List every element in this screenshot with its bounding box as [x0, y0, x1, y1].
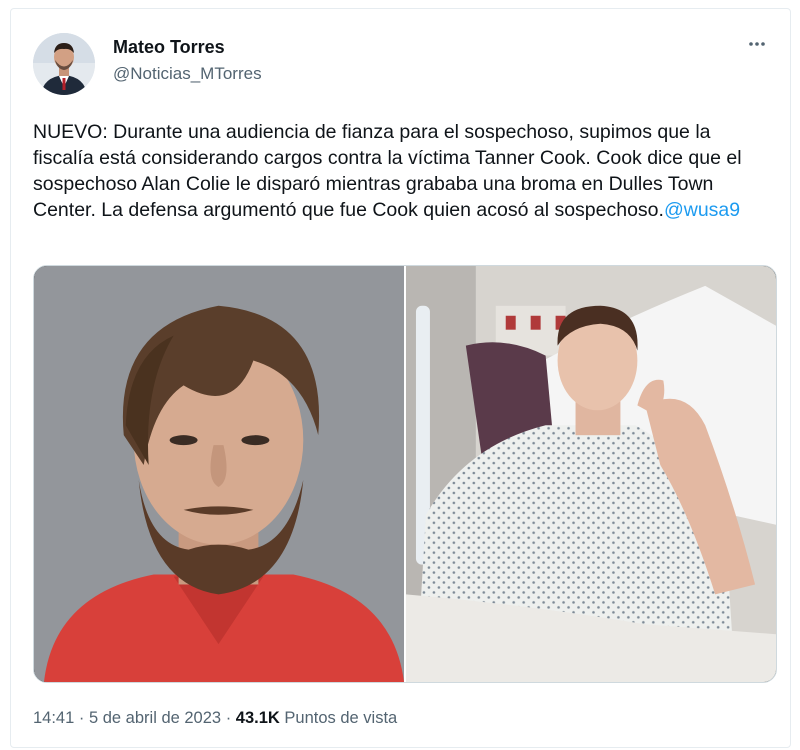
tweet-time[interactable]: 14:41 — [33, 709, 74, 727]
tweet-date[interactable]: 5 de abril de 2023 — [89, 709, 221, 727]
author-avatar[interactable] — [33, 33, 95, 95]
tweet-card: Mateo Torres @Noticias_MTorres NUEVO: Du… — [10, 8, 791, 748]
author-handle[interactable]: @Noticias_MTorres — [113, 64, 262, 84]
author-name[interactable]: Mateo Torres — [113, 37, 225, 58]
tweet-body: NUEVO: Durante una audiencia de fianza p… — [33, 121, 742, 221]
tweet-meta: 14:41 · 5 de abril de 2023 · 43.1K Punto… — [33, 709, 397, 728]
meta-separator: · — [78, 709, 85, 727]
tweet-text: NUEVO: Durante una audiencia de fianza p… — [33, 119, 773, 223]
views-label: Puntos de vista — [284, 709, 398, 727]
tweet-media[interactable] — [33, 265, 777, 683]
more-horizontal-icon[interactable] — [742, 33, 772, 57]
mugshot-photo[interactable] — [34, 266, 406, 682]
views-count: 43.1K — [235, 709, 280, 727]
hospital-photo[interactable] — [406, 266, 776, 682]
mention-link[interactable]: @wusa9 — [664, 199, 740, 221]
meta-separator-2: · — [225, 709, 232, 727]
